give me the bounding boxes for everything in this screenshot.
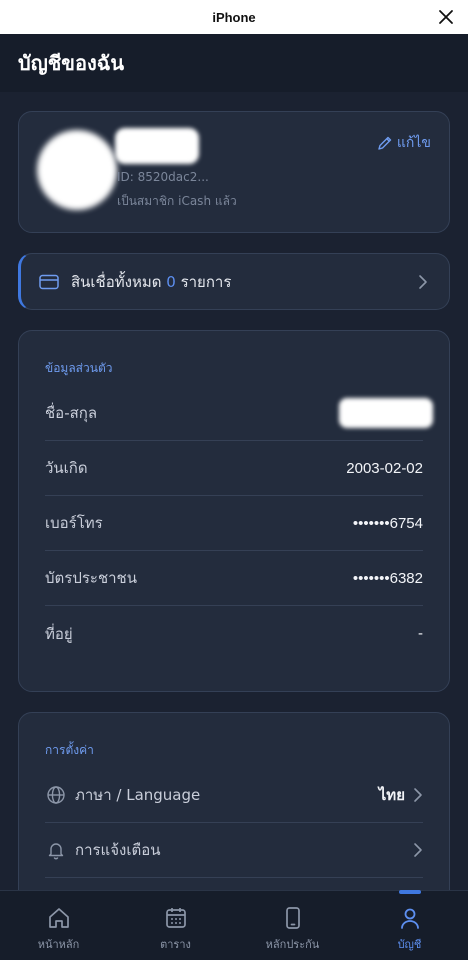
- tab-home[interactable]: หน้าหลัก: [0, 891, 117, 960]
- info-label: เบอร์โทร: [45, 514, 103, 532]
- info-row-address: ที่อยู่ -: [45, 606, 423, 661]
- edit-profile-button[interactable]: แก้ไข: [377, 132, 431, 154]
- chevron-right-icon: [414, 788, 422, 802]
- info-row-phone: เบอร์โทร •••••••6754: [45, 496, 423, 551]
- settings-item-language[interactable]: ภาษา / Language ไทย: [45, 768, 423, 823]
- info-row-name: ชื่อ-สกุล: [45, 386, 433, 441]
- info-value: •••••••6754: [352, 514, 423, 532]
- name-value-redacted: [339, 398, 433, 428]
- tab-label: หน้าหลัก: [37, 938, 80, 951]
- info-value: 2003-02-02: [346, 459, 423, 477]
- close-icon[interactable]: [436, 7, 456, 27]
- tab-label: บัญชี: [397, 938, 422, 951]
- system-bar: iPhone: [0, 0, 468, 34]
- bottom-tab-bar: หน้าหลัก ตาราง หลักประกัน บัญชี: [0, 890, 468, 960]
- tab-label: ตาราง: [160, 938, 191, 951]
- info-label: ที่อยู่: [45, 624, 73, 643]
- credit-summary-row[interactable]: สินเชื่อทั้งหมด 0 รายการ: [18, 253, 450, 310]
- settings-item-notifications[interactable]: การแจ้งเตือน: [45, 823, 423, 878]
- section-title: การตั้งค่า: [45, 743, 94, 757]
- globe-icon: [47, 786, 65, 804]
- avatar: [37, 130, 117, 210]
- tab-account[interactable]: บัญชี: [351, 890, 468, 960]
- personal-info-card: ข้อมูลส่วนตัว ชื่อ-สกุล วันเกิด 2003-02-…: [18, 330, 450, 692]
- system-title: iPhone: [212, 9, 256, 25]
- tab-collateral[interactable]: หลักประกัน: [234, 891, 351, 960]
- info-value: -: [418, 625, 423, 642]
- info-row-id-card: บัตรประชาชน •••••••6382: [45, 551, 423, 606]
- membership-status: เป็นสมาชิก iCash แล้ว: [117, 194, 237, 208]
- info-label: วันเกิด: [45, 459, 88, 477]
- info-label: บัตรประชาชน: [45, 569, 137, 587]
- phone-icon: [285, 907, 300, 929]
- profile-name-redacted: [115, 128, 199, 164]
- card-icon: [39, 274, 59, 289]
- home-icon: [48, 908, 69, 928]
- user-icon: [400, 908, 419, 929]
- profile-card: ID: 8520dac2... เป็นสมาชิก iCash แล้ว แก…: [18, 111, 450, 233]
- settings-item-label: ภาษา / Language: [75, 786, 201, 804]
- edit-label: แก้ไข: [396, 135, 431, 151]
- info-label: ชื่อ-สกุล: [45, 404, 98, 422]
- credit-count: 0: [166, 272, 176, 291]
- settings-item-value: ไทย: [378, 786, 405, 804]
- settings-item-label: การแจ้งเตือน: [75, 841, 161, 859]
- app-header: บัญชีของฉัน: [0, 34, 468, 92]
- user-id: ID: 8520dac2...: [117, 170, 209, 184]
- tab-schedule[interactable]: ตาราง: [117, 891, 234, 960]
- active-tab-indicator: [398, 890, 421, 894]
- chevron-right-icon: [414, 843, 422, 857]
- credit-suffix: รายการ: [180, 272, 232, 291]
- section-title: ข้อมูลส่วนตัว: [45, 361, 113, 375]
- chevron-right-icon: [419, 275, 427, 289]
- bell-icon: [48, 843, 64, 860]
- page-title: บัญชีของฉัน: [18, 51, 125, 75]
- pencil-icon: [378, 136, 392, 150]
- credit-label: สินเชื่อทั้งหมด 0 รายการ: [71, 270, 231, 294]
- calendar-icon: [165, 908, 186, 928]
- credit-prefix: สินเชื่อทั้งหมด: [71, 272, 162, 291]
- info-value: •••••••6382: [352, 569, 423, 587]
- tab-label: หลักประกัน: [265, 938, 320, 951]
- info-row-birthdate: วันเกิด 2003-02-02: [45, 441, 423, 496]
